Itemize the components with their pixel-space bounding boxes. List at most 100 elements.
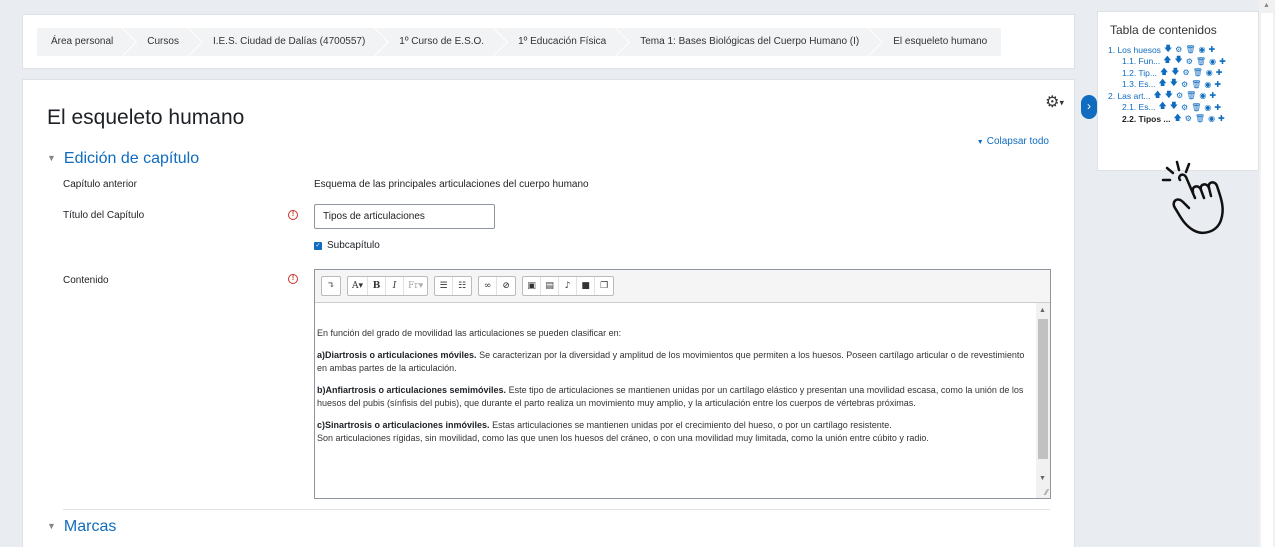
breadcrumb: Área personal Cursos I.E.S. Ciudad de Da… <box>37 28 1002 56</box>
trash-icon[interactable]: 🗑 <box>1191 80 1201 89</box>
gear-icon[interactable]: ⚙ <box>1185 114 1192 123</box>
content-paragraph: a)Diartrosis o articulaciones móviles. S… <box>317 349 1025 374</box>
content-paragraph: b)Anfiartrosis o articulaciones semimóvi… <box>317 384 1024 409</box>
breadcrumb-item-area-personal[interactable]: Área personal <box>37 28 127 56</box>
editor-scrollbar[interactable]: ▲ ▼ <box>1036 303 1050 498</box>
checkbox-checked-icon[interactable]: ✓ <box>314 241 322 250</box>
gear-icon[interactable]: ⚙ <box>1181 103 1188 112</box>
triangle-down-icon: ▼ <box>47 521 56 531</box>
breadcrumb-card: Área personal Cursos I.E.S. Ciudad de Da… <box>22 14 1075 69</box>
content-label: Contenido <box>63 275 109 286</box>
toolbar-toggle-button[interactable]: ↴ <box>322 277 340 295</box>
bullet-list-icon[interactable]: ☰ <box>435 277 454 295</box>
toc-item-label[interactable]: 1.2. Tip... <box>1122 68 1157 78</box>
toc-item[interactable]: 2.2. Tipos ... 🡅 ⚙ 🗑 ◉ ✚ <box>1108 113 1248 125</box>
plus-icon[interactable]: ✚ <box>1214 103 1221 112</box>
plus-icon[interactable]: ✚ <box>1208 45 1215 54</box>
italic-button[interactable]: I <box>386 277 405 295</box>
trash-icon[interactable]: 🗑 <box>1193 68 1203 77</box>
page-scrollbar-thumb[interactable] <box>1261 13 1273 547</box>
eye-icon[interactable]: ◉ <box>1209 57 1216 66</box>
resize-handle-icon[interactable]: ⁄⁄ <box>1045 488 1048 497</box>
toc-item-label[interactable]: 2.1. Es... <box>1122 102 1156 112</box>
toc-item-label[interactable]: 2.2. Tipos ... <box>1122 114 1171 124</box>
eye-icon[interactable]: ◉ <box>1208 114 1215 123</box>
eye-icon[interactable]: ◉ <box>1199 45 1206 54</box>
plus-icon[interactable]: ✚ <box>1219 57 1226 66</box>
eye-icon[interactable]: ◉ <box>1204 80 1211 89</box>
previous-chapter-label: Capítulo anterior <box>63 179 137 190</box>
media-icon[interactable]: ▤ <box>541 277 560 295</box>
content-paragraph: En función del grado de movilidad las ar… <box>317 328 622 338</box>
scrollbar-thumb[interactable] <box>1038 319 1048 459</box>
caret-down-icon: ▾ <box>1059 97 1064 108</box>
chapter-title-label: Título del Capítulo <box>63 210 145 221</box>
eye-icon[interactable]: ◉ <box>1199 91 1206 100</box>
trash-icon[interactable]: 🗑 <box>1185 45 1195 54</box>
gear-icon: ⚙ <box>1045 94 1060 111</box>
trash-icon[interactable]: 🗑 <box>1186 91 1196 100</box>
image-icon[interactable]: ▣ <box>523 277 542 295</box>
drawer-toggle-button[interactable]: › <box>1081 95 1097 119</box>
breadcrumb-item-book[interactable]: El esqueleto humano <box>873 28 1001 56</box>
arrow-up-icon[interactable]: 🡅 <box>1174 112 1182 126</box>
plus-icon[interactable]: ✚ <box>1216 68 1223 77</box>
toc-list: 1. Los huesos 🡇 ⚙ 🗑 ◉ ✚ 1.1. Fun... 🡅 🡇 ⚙ 🗑 ◉ ✚ 1.2. … <box>1108 44 1248 125</box>
section-tags[interactable]: ▼ Marcas <box>47 518 116 536</box>
plus-icon[interactable]: ✚ <box>1218 114 1225 123</box>
scroll-up-icon[interactable]: ▲ <box>1039 307 1046 314</box>
toc-item[interactable]: 1.3. Es... 🡅 🡇 ⚙ 🗑 ◉ ✚ <box>1108 78 1248 91</box>
unlink-icon[interactable]: ⊘ <box>497 277 515 295</box>
content-paragraph: c)Sinartrosis o articulaciones inmóviles… <box>317 419 929 444</box>
gear-icon[interactable]: ⚙ <box>1181 80 1188 89</box>
pointing-hand-icon <box>1161 160 1224 234</box>
gear-icon[interactable]: ⚙ <box>1176 91 1183 100</box>
link-icon[interactable]: ∞ <box>479 277 498 295</box>
eye-icon[interactable]: ◉ <box>1206 68 1213 77</box>
chevron-right-icon: › <box>1087 99 1091 113</box>
previous-chapter-value: Esquema de las principales articulacione… <box>314 179 589 190</box>
breadcrumb-item-course[interactable]: 1º Educación Física <box>498 28 620 56</box>
required-icon: ! <box>288 210 298 220</box>
numbered-list-icon[interactable]: ☷ <box>453 277 471 295</box>
content-editor[interactable]: ↴ A▾ B I Fr▾ ☰ ☷ ∞ ⊘ ▣ ▤ ♪ ■ ❐ En funció… <box>314 269 1051 499</box>
video-icon[interactable]: ■ <box>577 277 596 295</box>
trash-icon[interactable]: 🗑 <box>1196 57 1206 66</box>
trash-icon[interactable]: 🗑 <box>1195 114 1205 123</box>
scroll-down-icon[interactable]: ▼ <box>1039 475 1046 482</box>
plus-icon[interactable]: ✚ <box>1209 91 1216 100</box>
breadcrumb-item-course-level[interactable]: 1º Curso de E.S.O. <box>379 28 498 56</box>
breadcrumb-item-school[interactable]: I.E.S. Ciudad de Dalías (4700557) <box>193 28 379 56</box>
subchapter-checkbox-row[interactable]: ✓ Subcapítulo <box>314 240 380 251</box>
scroll-up-icon[interactable]: ▲ <box>1263 2 1270 9</box>
gear-icon[interactable]: ⚙ <box>1186 57 1193 66</box>
chapter-title-input[interactable]: Tipos de articulaciones <box>314 204 495 229</box>
page-scrollbar[interactable]: ▲ <box>1259 0 1275 547</box>
style-dropdown-button[interactable]: A▾ <box>348 277 369 295</box>
main-content: ⚙▾ El esqueleto humano ▼ Colapsar todo ▼ E… <box>22 79 1075 547</box>
editor-content-area[interactable]: En función del grado de movilidad las ar… <box>315 303 1037 498</box>
toc-title: Tabla de contenidos <box>1110 23 1217 37</box>
toc-item-label[interactable]: 1.1. Fun... <box>1122 56 1160 66</box>
bold-button[interactable]: B <box>368 277 387 295</box>
table-of-contents: Tabla de contenidos 1. Los huesos 🡇 ⚙ 🗑 ◉ ✚ 1.… <box>1097 11 1259 171</box>
required-icon: ! <box>288 274 298 284</box>
collapse-all-link[interactable]: ▼ Colapsar todo <box>977 136 1049 147</box>
breadcrumb-item-topic[interactable]: Tema 1: Bases Biológicas del Cuerpo Huma… <box>620 28 873 56</box>
font-dropdown-button[interactable]: Fr▾ <box>404 277 427 295</box>
microphone-icon[interactable]: ♪ <box>559 277 578 295</box>
gear-icon[interactable]: ⚙ <box>1175 45 1182 54</box>
plus-icon[interactable]: ✚ <box>1214 80 1221 89</box>
gear-icon[interactable]: ⚙ <box>1182 68 1189 77</box>
section-edit-chapter[interactable]: ▼ Edición de capítulo <box>47 150 199 168</box>
toc-item-label[interactable]: 2. Las art... <box>1108 91 1151 101</box>
triangle-down-icon: ▼ <box>976 139 984 146</box>
eye-icon[interactable]: ◉ <box>1204 103 1211 112</box>
copy-icon[interactable]: ❐ <box>595 277 613 295</box>
editor-toolbar: ↴ A▾ B I Fr▾ ☰ ☷ ∞ ⊘ ▣ ▤ ♪ ■ ❐ <box>315 270 1050 303</box>
actions-menu-button[interactable]: ⚙▾ <box>1045 92 1064 112</box>
toc-item-label[interactable]: 1. Los huesos <box>1108 45 1161 55</box>
trash-icon[interactable]: 🗑 <box>1191 103 1201 112</box>
toc-item-label[interactable]: 1.3. Es... <box>1122 79 1156 89</box>
arrow-up-icon[interactable]: 🡅 <box>1159 100 1167 114</box>
